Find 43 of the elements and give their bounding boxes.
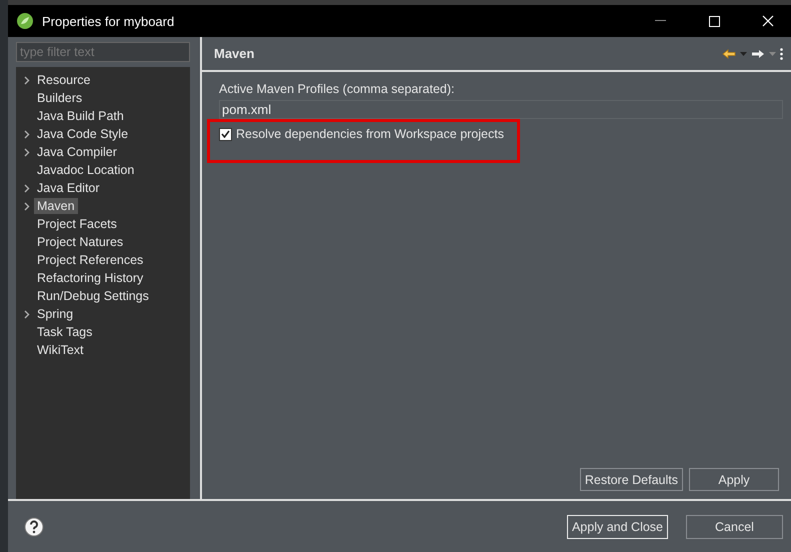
tree-item[interactable]: Java Editor xyxy=(34,180,103,196)
leaf-logo-icon xyxy=(16,12,34,30)
tree-item[interactable]: Java Code Style xyxy=(34,126,132,142)
chevron-right-icon[interactable] xyxy=(24,148,30,156)
chevron-right-icon[interactable] xyxy=(24,184,30,192)
tree-item[interactable]: Project References xyxy=(34,252,146,268)
profiles-field[interactable]: pom.xml xyxy=(219,100,783,119)
maximize-icon xyxy=(708,16,720,26)
tree-item[interactable]: Resource xyxy=(34,72,94,88)
chevron-right-icon[interactable] xyxy=(24,202,30,210)
tree-item[interactable]: Spring xyxy=(34,306,76,322)
checkbox[interactable] xyxy=(219,128,232,140)
tree-item[interactable]: Javadoc Location xyxy=(34,162,138,178)
checkmark-icon xyxy=(221,130,230,138)
chevron-right-icon[interactable] xyxy=(24,76,30,84)
apply-button[interactable]: Apply xyxy=(689,468,779,491)
profiles-label: Active Maven Profiles (comma separated): xyxy=(219,82,456,96)
dropdown-caret-icon xyxy=(769,52,776,56)
restore-defaults-button[interactable]: Restore Defaults xyxy=(580,468,683,491)
tree-item[interactable]: Project Natures xyxy=(34,234,126,250)
filter-field[interactable]: type filter text xyxy=(16,42,190,62)
tree-item[interactable]: Project Facets xyxy=(34,216,120,232)
forward-arrow-icon[interactable] xyxy=(751,48,765,58)
checkbox-label[interactable]: Resolve dependencies from Workspace projects xyxy=(236,127,504,141)
tree-item[interactable]: WikiText xyxy=(34,342,87,358)
chevron-right-icon[interactable] xyxy=(24,130,30,138)
back-arrow-icon[interactable] xyxy=(722,48,736,58)
cancel-button[interactable]: Cancel xyxy=(686,514,783,538)
help-icon[interactable] xyxy=(24,516,44,536)
close-icon xyxy=(762,15,774,27)
tree-item[interactable]: Maven xyxy=(34,198,78,214)
page-title: Maven xyxy=(214,46,256,61)
tree-item[interactable]: Refactoring History xyxy=(34,270,146,286)
tree-item[interactable]: Java Build Path xyxy=(34,108,127,124)
tree-item[interactable]: Run/Debug Settings xyxy=(34,288,152,304)
minimize-icon xyxy=(654,20,666,22)
more-options-icon[interactable] xyxy=(780,48,783,60)
window-title: Properties for myboard xyxy=(42,14,176,28)
tree-item[interactable]: Builders xyxy=(34,90,86,106)
apply-and-close-button[interactable]: Apply and Close xyxy=(566,514,668,538)
tree-item[interactable]: Java Compiler xyxy=(34,144,120,160)
tree-item[interactable]: Task Tags xyxy=(34,324,96,340)
chevron-right-icon[interactable] xyxy=(24,310,30,318)
